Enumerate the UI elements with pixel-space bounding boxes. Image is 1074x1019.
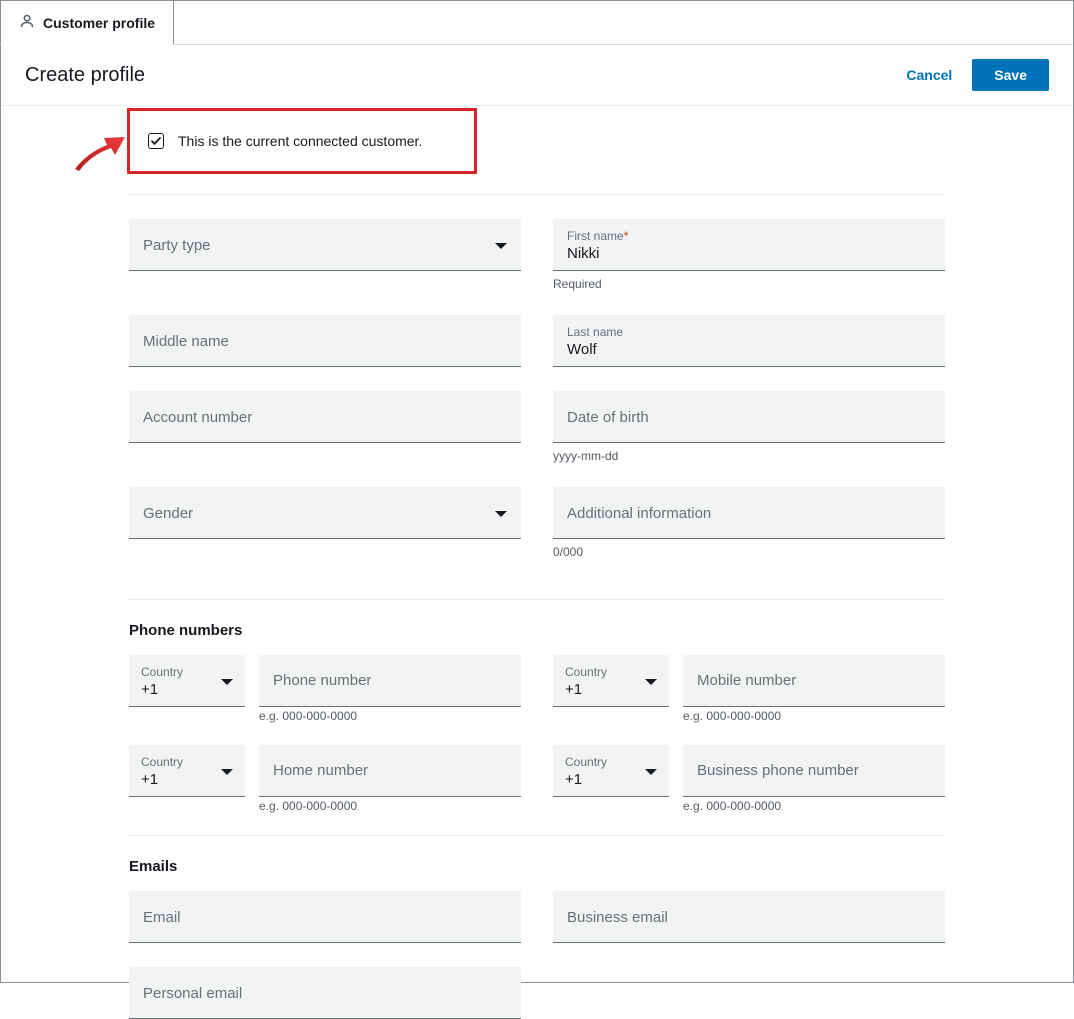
- dob-helper: yyyy-mm-dd: [553, 449, 945, 463]
- business-email-input[interactable]: Business email: [553, 891, 945, 943]
- chevron-down-icon: [645, 769, 657, 775]
- phone-section-title: Phone numbers: [129, 622, 945, 639]
- business-number-placeholder: Business phone number: [697, 762, 859, 779]
- phone-hint: e.g. 000-000-0000: [683, 709, 781, 723]
- middle-name-field: Middle name: [129, 315, 521, 367]
- phone-country-select[interactable]: Country +1: [129, 655, 245, 707]
- connected-customer-checkbox[interactable]: [148, 133, 164, 149]
- cancel-button[interactable]: Cancel: [906, 67, 952, 83]
- email-input[interactable]: Email: [129, 891, 521, 943]
- phone-hint: e.g. 000-000-0000: [259, 799, 357, 813]
- business-country-select[interactable]: Country +1: [553, 745, 669, 797]
- business-email-placeholder: Business email: [567, 909, 931, 926]
- first-name-input[interactable]: First name* Nikki: [553, 219, 945, 271]
- mobile-number-input[interactable]: Mobile number: [683, 655, 945, 707]
- chevron-down-icon: [495, 511, 507, 517]
- home-number-input[interactable]: Home number: [259, 745, 521, 797]
- tab-header: Customer profile: [1, 1, 1073, 45]
- dob-placeholder: Date of birth: [567, 409, 931, 426]
- middle-name-input[interactable]: Middle name: [129, 315, 521, 367]
- personal-email-input[interactable]: Personal email: [129, 967, 521, 1019]
- party-type-placeholder: Party type: [143, 237, 211, 254]
- dob-field: Date of birth yyyy-mm-dd: [553, 391, 945, 463]
- business-number-input[interactable]: Business phone number: [683, 745, 945, 797]
- account-number-placeholder: Account number: [143, 409, 507, 426]
- first-name-value: Nikki: [567, 245, 931, 262]
- mobile-country-select[interactable]: Country +1: [553, 655, 669, 707]
- first-name-label: First name*: [567, 229, 931, 243]
- chevron-down-icon: [221, 769, 233, 775]
- phone-hint: e.g. 000-000-0000: [683, 799, 781, 813]
- first-name-helper: Required: [553, 277, 945, 291]
- home-number-placeholder: Home number: [273, 762, 368, 779]
- gender-field: Gender: [129, 487, 521, 559]
- form-content: This is the current connected customer. …: [1, 108, 1073, 1019]
- last-name-field: Last name Wolf: [553, 315, 945, 367]
- email-field: Email: [129, 891, 521, 943]
- phone-number-placeholder: Phone number: [273, 672, 371, 689]
- actions: Cancel Save: [906, 59, 1049, 91]
- chevron-down-icon: [645, 679, 657, 685]
- phone-section: Phone numbers Country +1 Phone number e.…: [129, 599, 945, 813]
- additional-info-helper: 0/000: [553, 545, 945, 559]
- check-icon: [150, 135, 162, 147]
- save-button[interactable]: Save: [972, 59, 1049, 91]
- country-label: Country: [141, 755, 233, 769]
- home-number-group: Country +1 Home number e.g. 000-000-0000: [129, 745, 521, 813]
- divider: [129, 194, 945, 195]
- phone-hint: e.g. 000-000-0000: [259, 709, 357, 723]
- additional-info-placeholder: Additional information: [567, 505, 931, 522]
- business-number-group: Country +1 Business phone number e.g. 00…: [553, 745, 945, 813]
- last-name-input[interactable]: Last name Wolf: [553, 315, 945, 367]
- connected-customer-label: This is the current connected customer.: [178, 133, 422, 149]
- last-name-value: Wolf: [567, 341, 931, 358]
- title-bar: Create profile Cancel Save: [1, 45, 1073, 106]
- account-number-field: Account number: [129, 391, 521, 463]
- country-value: +1: [565, 681, 657, 698]
- chevron-down-icon: [221, 679, 233, 685]
- country-label: Country: [141, 665, 233, 679]
- last-name-label: Last name: [567, 325, 931, 339]
- account-number-input[interactable]: Account number: [129, 391, 521, 443]
- gender-select[interactable]: Gender: [129, 487, 521, 539]
- mobile-number-placeholder: Mobile number: [697, 672, 796, 689]
- first-name-field: First name* Nikki Required: [553, 219, 945, 291]
- email-placeholder: Email: [143, 909, 507, 926]
- page-title: Create profile: [25, 64, 145, 87]
- gender-placeholder: Gender: [143, 505, 193, 522]
- middle-name-placeholder: Middle name: [143, 333, 507, 350]
- phone-number-input[interactable]: Phone number: [259, 655, 521, 707]
- email-section-title: Emails: [129, 858, 945, 875]
- phone-number-group: Country +1 Phone number e.g. 000-000-000…: [129, 655, 521, 723]
- personal-email-field: Personal email: [129, 967, 521, 1019]
- party-type-field: Party type: [129, 219, 521, 291]
- dob-input[interactable]: Date of birth: [553, 391, 945, 443]
- user-icon: [19, 13, 35, 32]
- divider: [129, 835, 945, 836]
- country-label: Country: [565, 665, 657, 679]
- email-section: Emails Email Business email Personal ema…: [129, 835, 945, 1019]
- mobile-number-group: Country +1 Mobile number e.g. 000-000-00…: [553, 655, 945, 723]
- country-value: +1: [565, 771, 657, 788]
- divider: [129, 599, 945, 600]
- business-email-field: Business email: [553, 891, 945, 943]
- additional-info-field: Additional information 0/000: [553, 487, 945, 559]
- personal-email-placeholder: Personal email: [143, 985, 507, 1002]
- home-country-select[interactable]: Country +1: [129, 745, 245, 797]
- country-label: Country: [565, 755, 657, 769]
- tab-label: Customer profile: [43, 15, 155, 31]
- country-value: +1: [141, 771, 233, 788]
- tab-customer-profile[interactable]: Customer profile: [0, 0, 174, 45]
- additional-info-input[interactable]: Additional information: [553, 487, 945, 539]
- party-type-select[interactable]: Party type: [129, 219, 521, 271]
- connected-customer-highlight: This is the current connected customer.: [127, 108, 477, 174]
- country-value: +1: [141, 681, 233, 698]
- chevron-down-icon: [495, 243, 507, 249]
